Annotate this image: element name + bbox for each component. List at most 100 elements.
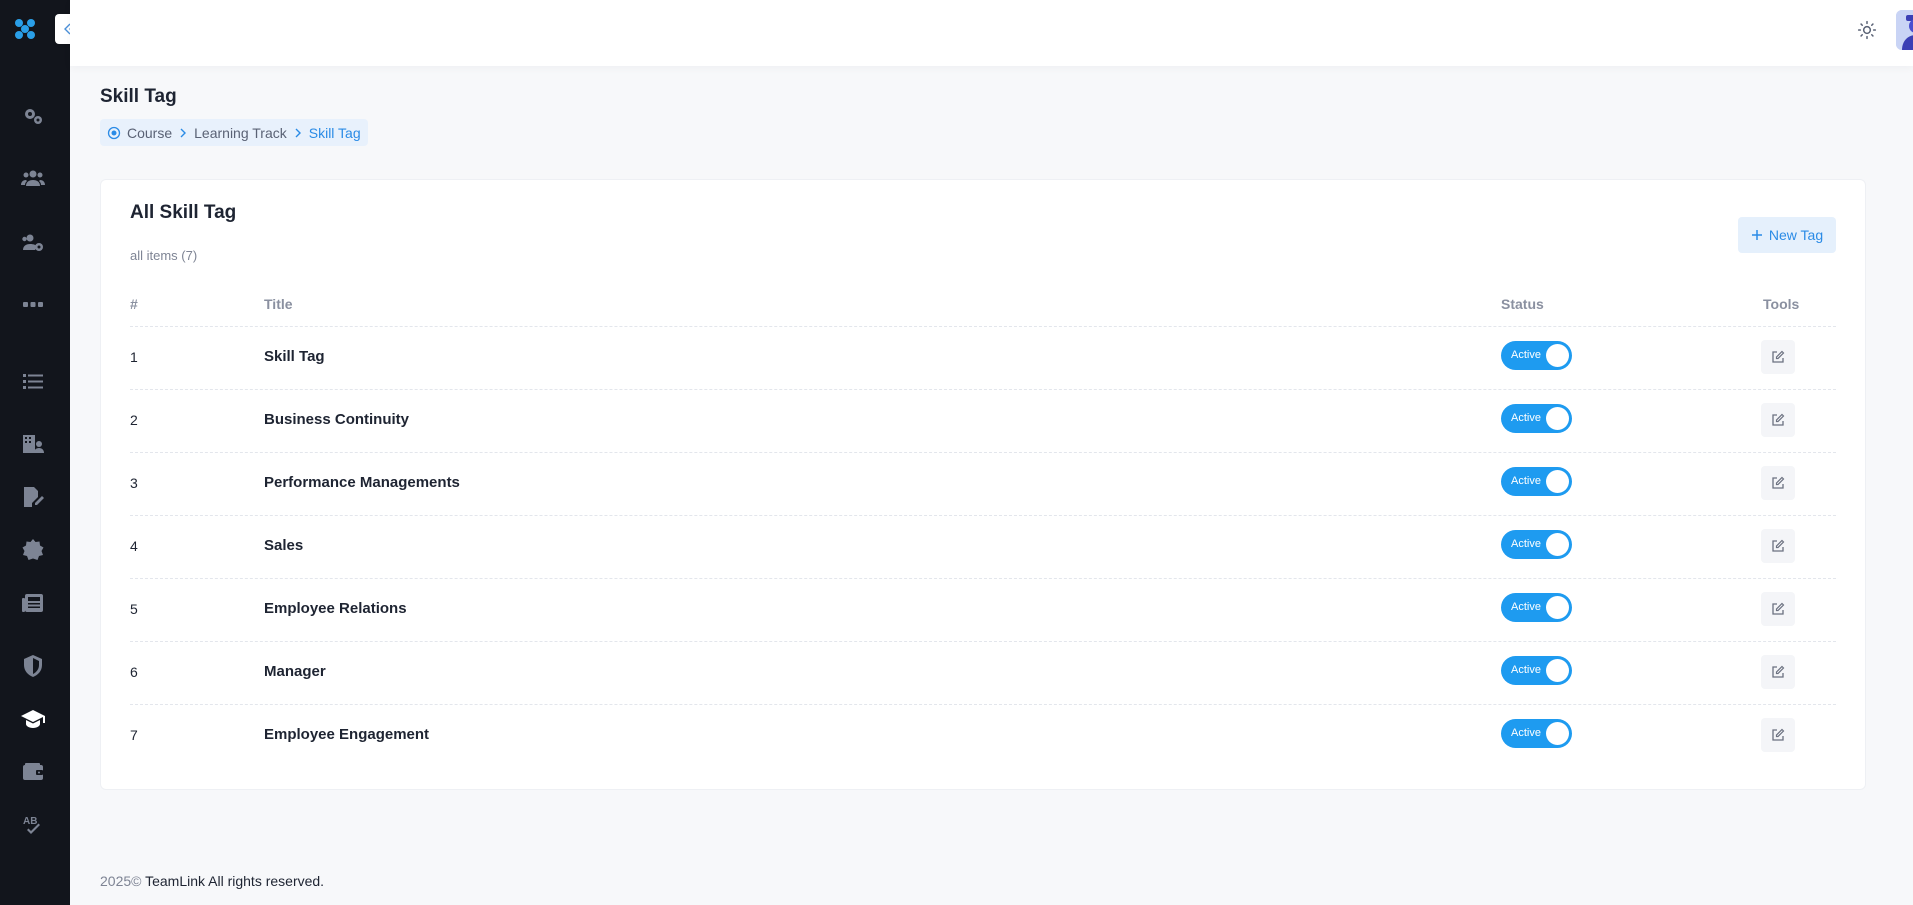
- card-title: All Skill Tag: [130, 202, 237, 223]
- table-row: 1 Skill Tag Active: [130, 327, 1836, 390]
- header-status: Status: [1501, 296, 1544, 312]
- status-toggle[interactable]: Active: [1501, 404, 1572, 433]
- sun-icon: [1857, 20, 1877, 40]
- edit-button[interactable]: [1761, 655, 1795, 689]
- table-row: 7 Employee Engagement Active: [130, 705, 1836, 768]
- footer-text: TeamLink All rights reserved.: [145, 873, 325, 889]
- status-label: Active: [1511, 412, 1541, 424]
- row-number: 4: [130, 538, 138, 554]
- toggle-knob: [1546, 722, 1569, 745]
- table-row: 6 Manager Active: [130, 642, 1836, 705]
- edit-icon: [1772, 476, 1785, 489]
- breadcrumb-learning-track[interactable]: Learning Track: [194, 125, 287, 141]
- certificate-icon[interactable]: [20, 537, 46, 563]
- edit-icon: [1772, 539, 1785, 552]
- row-title: Employee Engagement: [264, 726, 430, 743]
- row-title: Performance Managements: [264, 474, 460, 491]
- row-number: 6: [130, 664, 138, 680]
- theme-toggle-button[interactable]: [1854, 17, 1880, 43]
- status-label: Active: [1511, 475, 1541, 487]
- toggle-knob: [1546, 407, 1569, 430]
- skill-tag-card: All Skill Tag all items (7) New Tag # Ti…: [100, 179, 1866, 790]
- row-title: Employee Relations: [264, 600, 407, 617]
- svg-text:AB: AB: [23, 816, 37, 827]
- footer: 2025© TeamLink All rights reserved.: [100, 873, 324, 889]
- status-toggle[interactable]: Active: [1501, 467, 1572, 496]
- toggle-knob: [1546, 596, 1569, 619]
- user-avatar[interactable]: [1896, 10, 1913, 50]
- row-number: 5: [130, 601, 138, 617]
- building-user-icon[interactable]: [20, 431, 46, 457]
- status-label: Active: [1511, 664, 1541, 676]
- status-label: Active: [1511, 727, 1541, 739]
- chevron-right-icon: [180, 128, 187, 137]
- table-row: 2 Business Continuity Active: [130, 390, 1836, 453]
- row-number: 3: [130, 475, 138, 491]
- status-toggle[interactable]: Active: [1501, 530, 1572, 559]
- new-tag-button[interactable]: New Tag: [1738, 217, 1836, 253]
- new-tag-label: New Tag: [1768, 227, 1824, 243]
- top-header: [70, 0, 1913, 66]
- list-icon[interactable]: [20, 368, 46, 394]
- edit-icon: [1772, 728, 1785, 741]
- status-toggle[interactable]: Active: [1501, 341, 1572, 370]
- header-tools: Tools: [1763, 296, 1800, 312]
- gears-icon[interactable]: [20, 103, 46, 129]
- edit-button[interactable]: [1761, 529, 1795, 563]
- edit-button[interactable]: [1761, 592, 1795, 626]
- users-icon[interactable]: [20, 165, 46, 191]
- breadcrumb: Course Learning Track Skill Tag: [100, 119, 368, 146]
- table-row: 4 Sales Active: [130, 516, 1836, 579]
- spell-check-icon[interactable]: AB: [20, 812, 46, 838]
- toggle-knob: [1546, 344, 1569, 367]
- edit-icon: [1772, 602, 1785, 615]
- row-title: Skill Tag: [264, 348, 325, 365]
- file-signature-icon[interactable]: [20, 484, 46, 510]
- newspaper-icon[interactable]: [20, 590, 46, 616]
- edit-icon: [1772, 413, 1785, 426]
- user-gear-icon[interactable]: [20, 229, 46, 255]
- toggle-knob: [1546, 533, 1569, 556]
- edit-button[interactable]: [1761, 340, 1795, 374]
- breadcrumb-current: Skill Tag: [308, 124, 361, 141]
- toggle-knob: [1546, 659, 1569, 682]
- footer-year: 2025©: [100, 873, 142, 889]
- status-toggle[interactable]: Active: [1501, 593, 1572, 622]
- target-icon: [107, 126, 121, 139]
- chevron-right-icon: [295, 128, 301, 137]
- header-title: Title: [264, 296, 293, 312]
- edit-button[interactable]: [1761, 718, 1795, 752]
- status-label: Active: [1511, 538, 1541, 550]
- table-row: 3 Performance Managements Active: [130, 453, 1836, 516]
- row-title: Business Continuity: [264, 411, 410, 428]
- edit-icon: [1772, 665, 1785, 678]
- row-number: 7: [130, 727, 138, 743]
- toggle-knob: [1546, 470, 1569, 493]
- shield-icon[interactable]: [20, 653, 46, 679]
- status-label: Active: [1511, 601, 1541, 613]
- graduation-cap-icon[interactable]: [20, 706, 46, 732]
- table-row: 5 Employee Relations Active: [130, 579, 1836, 642]
- edit-button[interactable]: [1761, 403, 1795, 437]
- row-title: Manager: [264, 663, 326, 680]
- edit-button[interactable]: [1761, 466, 1795, 500]
- breadcrumb-course[interactable]: Course: [127, 125, 172, 141]
- edit-icon: [1772, 350, 1785, 363]
- page-title: Skill Tag: [100, 86, 177, 107]
- items-count: all items (7): [130, 248, 198, 263]
- skill-tag-table: # Title Status Tools 1 Skill Tag Active 2 Bu…: [130, 283, 1836, 768]
- wallet-icon[interactable]: [20, 759, 46, 785]
- status-toggle[interactable]: Active: [1501, 719, 1572, 748]
- grid-icon[interactable]: [20, 293, 46, 319]
- sidebar: AB: [0, 0, 70, 905]
- table-header: # Title Status Tools: [130, 283, 1836, 327]
- status-label: Active: [1511, 349, 1541, 361]
- row-title: Sales: [264, 537, 304, 554]
- header-number: #: [130, 296, 138, 312]
- status-toggle[interactable]: Active: [1501, 656, 1572, 685]
- table-body: 1 Skill Tag Active 2 Business Continuity Acti…: [130, 327, 1836, 768]
- row-number: 2: [130, 412, 138, 428]
- teamlink-logo-icon[interactable]: [12, 16, 38, 42]
- row-number: 1: [130, 349, 138, 365]
- plus-icon: [1751, 230, 1762, 240]
